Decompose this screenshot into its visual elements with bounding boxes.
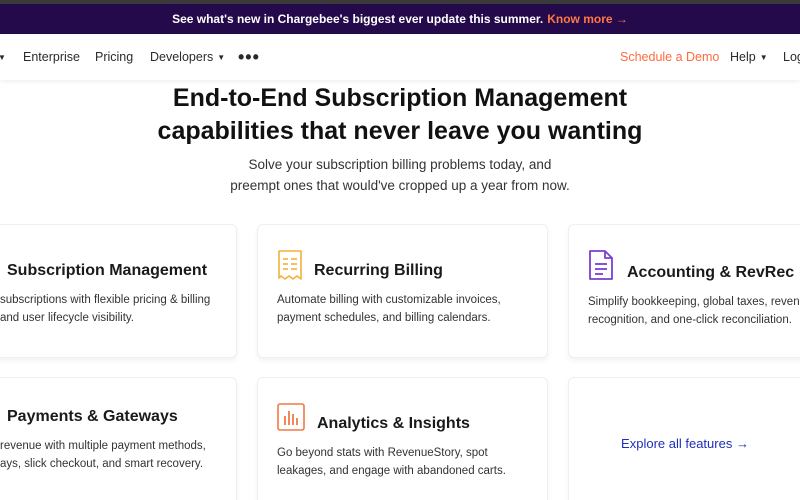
nav-caret-cut[interactable]: ▼	[0, 34, 6, 80]
card-description: subscriptions with flexible pricing & bi…	[0, 291, 210, 327]
card-title: Analytics & Insights	[317, 415, 470, 432]
announcement-text: See what's new in Chargebee's biggest ev…	[172, 12, 544, 26]
main-nav: ▼ Enterprise Pricing Developers ▼ ••• Sc…	[0, 34, 800, 80]
chevron-down-icon: ▼	[0, 52, 6, 62]
card-analytics-insights[interactable]: Analytics & Insights Go beyond stats wit…	[257, 377, 548, 500]
nav-more-button[interactable]: •••	[238, 34, 260, 80]
card-title: Payments & Gateways	[7, 408, 178, 425]
card-title: Recurring Billing	[314, 262, 443, 279]
card-desc-line2: recognition, and one-click reconciliatio…	[588, 314, 792, 326]
card-description: Automate billing with customizable invoi…	[277, 291, 501, 327]
card-description: revenue with multiple payment methods, a…	[0, 437, 206, 473]
card-desc-line1: revenue with multiple payment methods,	[0, 440, 206, 452]
hero-title-line2: capabilities that never leave you wantin…	[157, 117, 643, 145]
hero-title: End-to-End Subscription Management capab…	[0, 82, 800, 148]
card-desc-line2: and user lifecycle visibility.	[0, 312, 135, 324]
know-more-link[interactable]: Know more →	[547, 12, 628, 26]
card-desc-line2: ays, slick checkout, and smart recovery.	[0, 458, 204, 470]
card-desc-line1: Automate billing with customizable invoi…	[277, 294, 501, 306]
hero-subtitle-line1: Solve your subscription billing problems…	[248, 157, 552, 172]
document-icon	[589, 250, 613, 280]
card-desc-line2: payment schedules, and billing calendars…	[277, 312, 491, 324]
card-desc-line1: Simplify bookkeeping, global taxes, reve…	[588, 296, 800, 308]
chevron-down-icon: ▼	[759, 52, 768, 62]
nav-pricing[interactable]: Pricing	[95, 34, 133, 80]
announcement-banner: See what's new in Chargebee's biggest ev…	[0, 4, 800, 34]
card-title: Subscription Management	[7, 262, 208, 279]
nav-help-label: Help	[730, 50, 756, 64]
card-description: Simplify bookkeeping, global taxes, reve…	[588, 293, 800, 329]
nav-help[interactable]: Help ▼	[730, 34, 768, 80]
nav-enterprise[interactable]: Enterprise	[23, 34, 80, 80]
invoice-icon	[278, 250, 302, 280]
card-accounting-revrec[interactable]: Accounting & RevRec Simplify bookkeeping…	[568, 224, 800, 358]
nav-developers[interactable]: Developers ▼	[150, 34, 225, 80]
card-desc-line2: leakages, and engage with abandoned cart…	[277, 465, 506, 477]
card-subscription-management[interactable]: Subscription Management subscriptions wi…	[0, 224, 237, 358]
hero-subtitle-line2: preempt ones that would've cropped up a …	[230, 178, 570, 193]
card-payments-gateways[interactable]: Payments & Gateways revenue with multipl…	[0, 377, 237, 500]
bar-chart-icon	[277, 403, 305, 431]
schedule-demo-link[interactable]: Schedule a Demo	[620, 34, 719, 80]
chevron-down-icon: ▼	[217, 52, 226, 62]
card-desc-line1: subscriptions with flexible pricing & bi…	[0, 294, 211, 306]
hero-title-line1: End-to-End Subscription Management	[172, 84, 628, 112]
nav-developers-label: Developers	[150, 50, 214, 64]
explore-all-features-link[interactable]: Explore all features →	[569, 436, 800, 451]
card-description: Go beyond stats with RevenueStory, spot …	[277, 444, 506, 480]
card-explore-features: Explore all features →	[568, 377, 800, 500]
card-title: Accounting & RevRec	[627, 264, 795, 281]
card-desc-line1: Go beyond stats with RevenueStory, spot	[277, 447, 488, 459]
card-recurring-billing[interactable]: Recurring Billing Automate billing with …	[257, 224, 548, 358]
nav-login[interactable]: Log	[783, 34, 800, 80]
hero-subtitle: Solve your subscription billing problems…	[0, 154, 800, 196]
